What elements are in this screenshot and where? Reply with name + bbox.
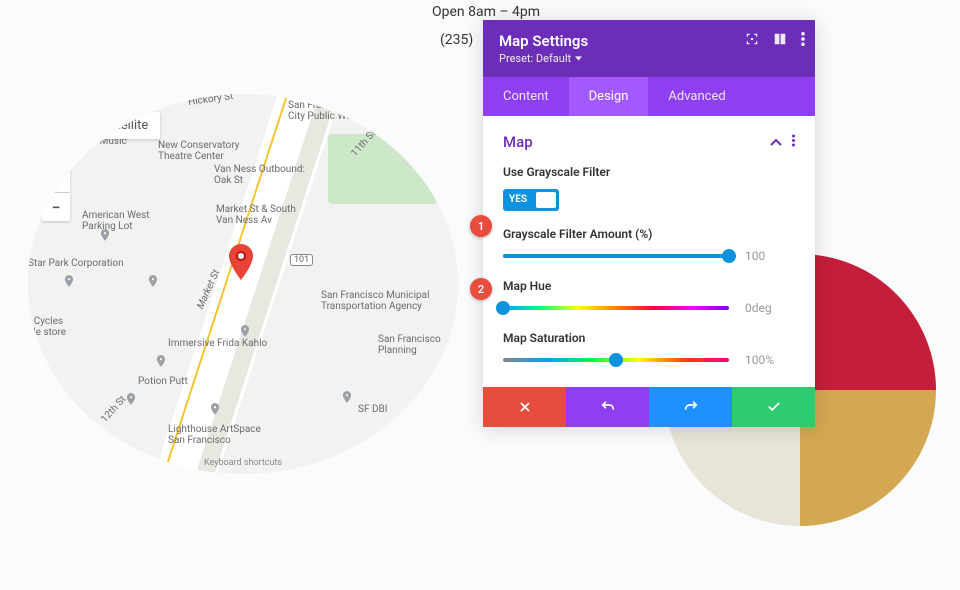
map-label: San Francisco Municipal Transportation A… bbox=[321, 290, 430, 312]
map-label: San Francisco Planning bbox=[378, 334, 441, 356]
keyboard-shortcuts-link[interactable]: Keyboard shortcuts bbox=[204, 458, 282, 468]
map-label: Market St & South Van Ness Av bbox=[216, 204, 296, 226]
business-hours: Open 8am – 4pm bbox=[432, 4, 540, 20]
preset-label: Preset: Default bbox=[499, 52, 571, 65]
slider-thumb[interactable] bbox=[609, 353, 623, 367]
callout-badge-1: 1 bbox=[470, 215, 492, 237]
map-type-toggle: Map Satellite bbox=[40, 112, 160, 139]
phone-fragment: (235) bbox=[440, 32, 473, 48]
map-type-map[interactable]: Map bbox=[40, 112, 90, 139]
redo-icon bbox=[683, 399, 699, 415]
map-hwy-shield: 101 bbox=[290, 254, 313, 266]
columns-icon[interactable] bbox=[773, 32, 787, 46]
undo-button[interactable] bbox=[566, 387, 649, 427]
grayscale-toggle[interactable]: YES bbox=[503, 189, 559, 211]
tab-content[interactable]: Content bbox=[483, 77, 569, 116]
map-label: Hickory St bbox=[187, 94, 234, 108]
close-icon bbox=[518, 400, 532, 414]
map-label: SF DBI bbox=[358, 404, 387, 415]
undo-icon bbox=[600, 399, 616, 415]
embedded-map[interactable]: San Francisco City Public Works Hickory … bbox=[28, 94, 458, 474]
panel-footer bbox=[483, 387, 815, 427]
map-marker-pin[interactable] bbox=[228, 244, 254, 270]
panel-header: Map Settings Preset: Default bbox=[483, 20, 815, 77]
map-label: Potion Putt bbox=[138, 376, 188, 387]
map-label: Immersive Frida Kahlo bbox=[168, 338, 267, 349]
map-label: American West Parking Lot bbox=[82, 210, 150, 232]
map-label: Lighthouse ArtSpace San Francisco bbox=[168, 424, 261, 446]
map-label: Star Park Corporation bbox=[28, 258, 124, 269]
map-park-area bbox=[328, 134, 438, 204]
saturation-label: Map Saturation bbox=[503, 331, 795, 345]
tab-advanced[interactable]: Advanced bbox=[648, 77, 745, 116]
map-label: Van Ness Outbound: Oak St bbox=[214, 164, 305, 186]
slider-thumb[interactable] bbox=[722, 249, 736, 263]
chevron-down-icon bbox=[575, 56, 582, 61]
map-label: San Francisco City Public Works bbox=[288, 100, 365, 122]
fullscreen-icon bbox=[425, 119, 439, 133]
preset-selector[interactable]: Preset: Default bbox=[499, 52, 799, 65]
section-title-map: Map bbox=[503, 133, 533, 151]
collapse-icon[interactable] bbox=[770, 132, 782, 151]
toggle-knob bbox=[536, 192, 556, 208]
zoom-out-button[interactable]: − bbox=[42, 193, 70, 221]
cancel-button[interactable] bbox=[483, 387, 566, 427]
redo-button[interactable] bbox=[649, 387, 732, 427]
hue-label: Map Hue bbox=[503, 279, 795, 293]
map-settings-panel: Map Settings Preset: Default Content Des… bbox=[483, 20, 815, 427]
save-button[interactable] bbox=[732, 387, 815, 427]
map-label: New Conservatory Theatre Center bbox=[158, 140, 239, 162]
saturation-slider[interactable] bbox=[503, 353, 729, 367]
hue-slider[interactable] bbox=[503, 301, 729, 315]
zoom-in-button[interactable]: + bbox=[42, 164, 70, 192]
fullscreen-button[interactable] bbox=[418, 112, 446, 140]
grayscale-amount-slider[interactable] bbox=[503, 249, 729, 263]
map-label: t Cycles cle store bbox=[28, 316, 66, 338]
focus-icon[interactable] bbox=[745, 32, 759, 46]
callout-badge-2: 2 bbox=[470, 278, 492, 300]
check-icon bbox=[766, 400, 782, 414]
slider-thumb[interactable] bbox=[496, 301, 510, 315]
map-type-satellite[interactable]: Satellite bbox=[90, 112, 161, 139]
grayscale-amount-label: Grayscale Filter Amount (%) bbox=[503, 227, 795, 241]
grayscale-amount-value[interactable]: 100 bbox=[745, 249, 795, 263]
panel-tabs: Content Design Advanced bbox=[483, 77, 815, 116]
hue-value[interactable]: 0deg bbox=[745, 301, 795, 315]
toggle-yes-label: YES bbox=[503, 194, 533, 205]
section-more-icon[interactable] bbox=[792, 132, 795, 151]
tab-design[interactable]: Design bbox=[569, 77, 649, 116]
saturation-value[interactable]: 100% bbox=[745, 353, 795, 367]
grayscale-toggle-label: Use Grayscale Filter bbox=[503, 165, 795, 179]
more-icon[interactable] bbox=[801, 32, 805, 46]
